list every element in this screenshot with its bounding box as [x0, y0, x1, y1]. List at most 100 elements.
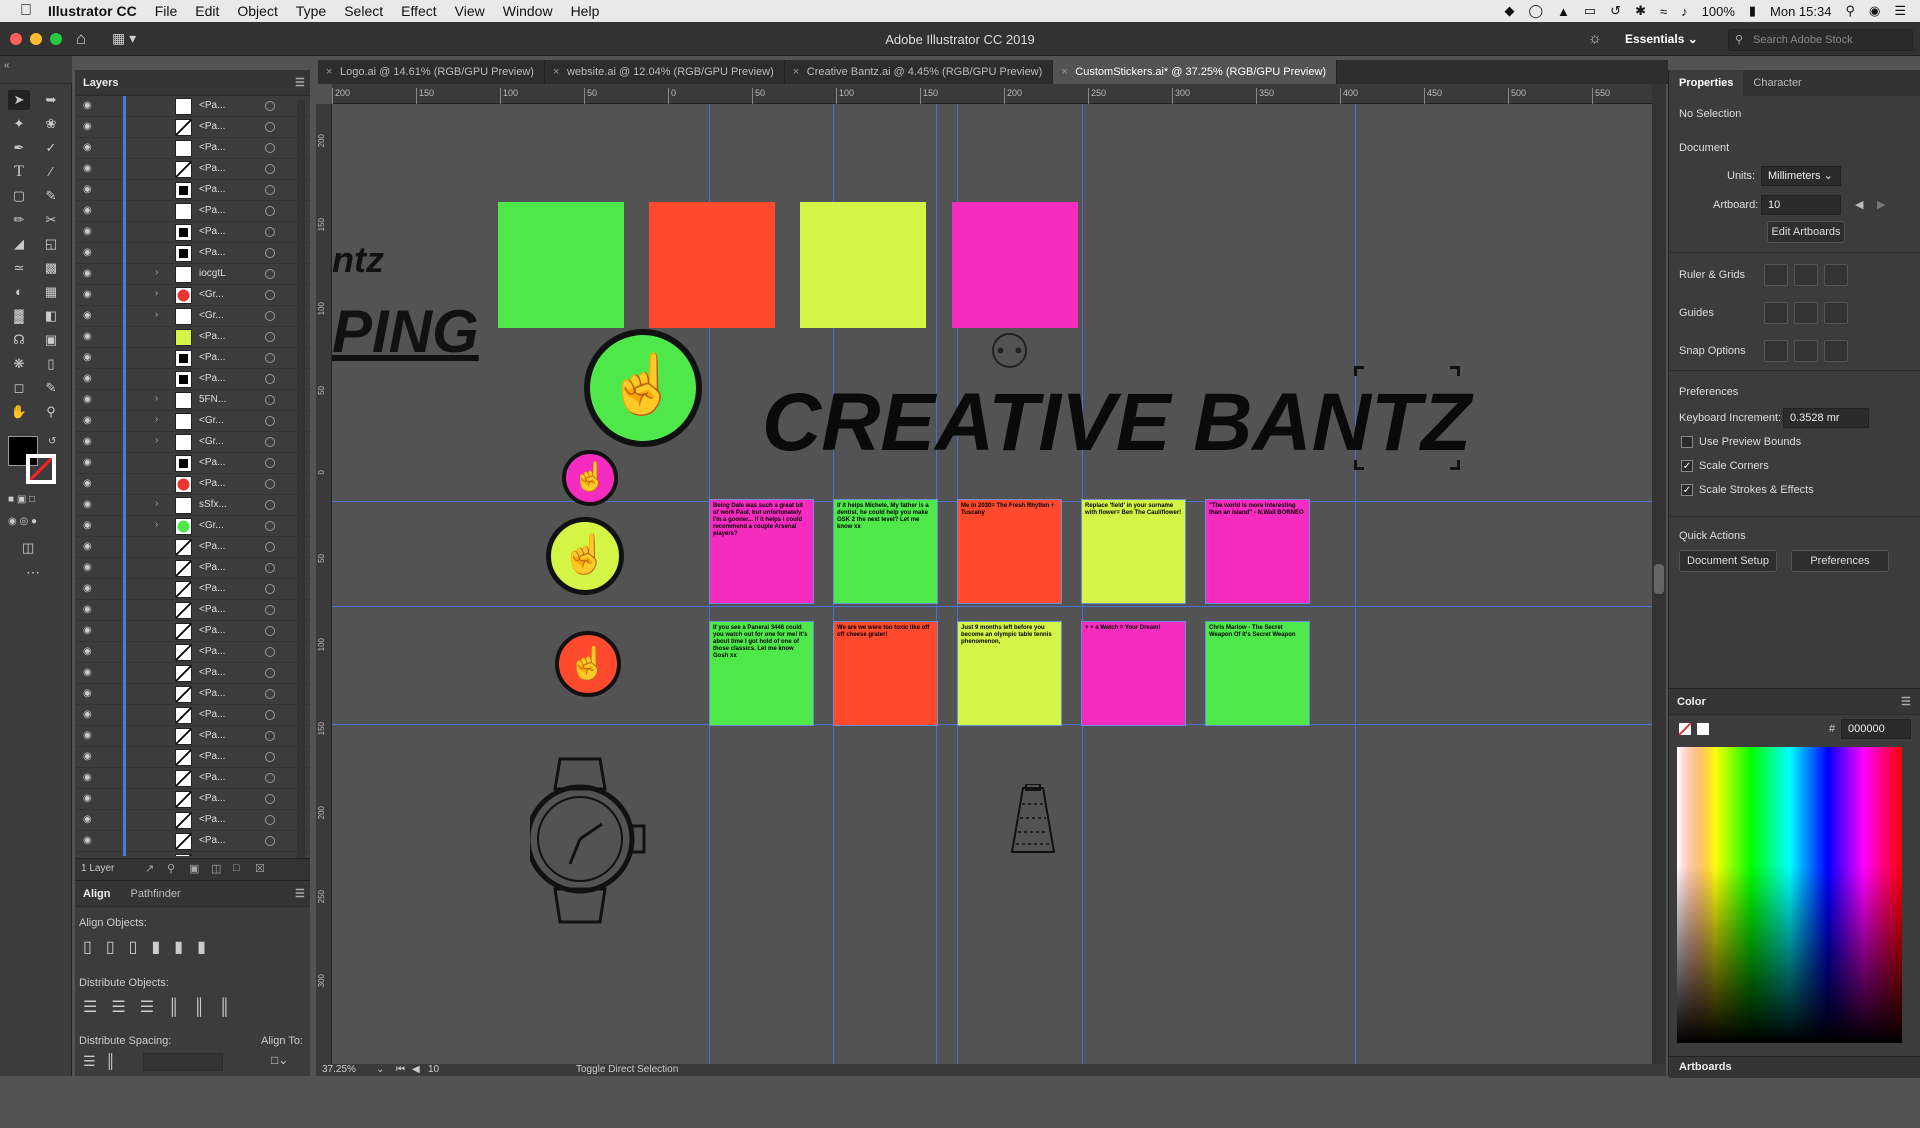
- close-window-button[interactable]: [10, 33, 22, 45]
- target-circle-icon[interactable]: [265, 332, 275, 342]
- layer-row[interactable]: ◉ <Pa...: [75, 369, 310, 390]
- home-icon[interactable]: ⌂: [76, 29, 86, 49]
- close-icon[interactable]: ×: [553, 60, 559, 84]
- siri-icon[interactable]: ◉: [1869, 3, 1880, 19]
- lasso-tool-icon[interactable]: ❀: [40, 114, 62, 134]
- blend-tool-icon[interactable]: ▣: [40, 330, 62, 350]
- locate-object-icon[interactable]: ⚲: [167, 862, 175, 875]
- gradient-tool-icon[interactable]: ◧: [40, 306, 62, 326]
- units-dropdown[interactable]: Millimeters ⌄: [1761, 166, 1841, 186]
- menu-view[interactable]: View: [455, 3, 485, 19]
- zoom-dropdown-icon[interactable]: ⌄: [376, 1064, 384, 1075]
- layer-row[interactable]: ◉ <Pa...: [75, 243, 310, 264]
- visibility-eye-icon[interactable]: ◉: [83, 121, 97, 133]
- column-graph-tool-icon[interactable]: ▯: [40, 354, 62, 374]
- eyedropper-tool-icon[interactable]: ☊: [8, 330, 30, 350]
- stroke-swatch[interactable]: [26, 454, 56, 484]
- target-circle-icon[interactable]: [265, 605, 275, 615]
- partial-heading-top[interactable]: ntz: [332, 239, 384, 281]
- close-icon[interactable]: ×: [1061, 60, 1067, 84]
- logo-badge-red[interactable]: ☝: [555, 631, 621, 697]
- lightbulb-icon[interactable]: ☼: [1588, 30, 1602, 47]
- layer-row[interactable]: ◉ <Pa...: [75, 810, 310, 831]
- volume-icon[interactable]: ♪: [1681, 4, 1688, 19]
- target-circle-icon[interactable]: [265, 563, 275, 573]
- export-icon[interactable]: ↗: [145, 862, 154, 875]
- selection-tool-icon[interactable]: ➤: [8, 90, 30, 110]
- spotlight-icon[interactable]: ⚲: [1845, 3, 1855, 19]
- layer-row[interactable]: ◉ <Pa...: [75, 453, 310, 474]
- tab-logo[interactable]: × Logo.ai @ 14.61% (RGB/GPU Preview): [318, 60, 545, 84]
- dropbox-icon[interactable]: ◆: [1504, 3, 1514, 19]
- target-circle-icon[interactable]: [265, 836, 275, 846]
- tab-character[interactable]: Character: [1743, 70, 1811, 96]
- panel-menu-icon[interactable]: ☰: [295, 887, 305, 900]
- target-circle-icon[interactable]: [265, 248, 275, 258]
- layer-row[interactable]: ◉ <Pa...: [75, 222, 310, 243]
- expand-chevron-icon[interactable]: ›: [155, 498, 158, 509]
- visibility-eye-icon[interactable]: ◉: [83, 457, 97, 469]
- target-circle-icon[interactable]: [265, 668, 275, 678]
- target-circle-icon[interactable]: [265, 815, 275, 825]
- expand-chevron-icon[interactable]: ›: [155, 414, 158, 425]
- screen-mode-icon[interactable]: ◫: [22, 540, 34, 556]
- target-circle-icon[interactable]: [265, 311, 275, 321]
- sticker-card[interactable]: If you see a Panerai 3446 could you watc…: [709, 621, 814, 726]
- layer-row[interactable]: ◉ <Pa...: [75, 348, 310, 369]
- target-circle-icon[interactable]: [265, 479, 275, 489]
- expand-chevron-icon[interactable]: ›: [155, 519, 158, 530]
- target-circle-icon[interactable]: [265, 437, 275, 447]
- guide-vertical[interactable]: [1355, 104, 1356, 1064]
- none-swatch[interactable]: [1679, 723, 1691, 735]
- target-circle-icon[interactable]: [265, 584, 275, 594]
- align-bottom-icon[interactable]: ▮: [197, 939, 220, 956]
- visibility-eye-icon[interactable]: ◉: [83, 646, 97, 658]
- menu-edit[interactable]: Edit: [195, 3, 219, 19]
- layer-row[interactable]: ◉ <Pa...: [75, 327, 310, 348]
- visibility-eye-icon[interactable]: ◉: [83, 163, 97, 175]
- horizontal-spacing-icon[interactable]: ║: [106, 1053, 126, 1069]
- visibility-eye-icon[interactable]: ◉: [83, 100, 97, 112]
- visibility-eye-icon[interactable]: ◉: [83, 709, 97, 721]
- layer-row[interactable]: ◉ <Pa...: [75, 621, 310, 642]
- swap-fill-stroke-icon[interactable]: ↺: [48, 436, 56, 447]
- layer-row[interactable]: ◉ › <Gr...: [75, 285, 310, 306]
- color-swatch-red[interactable]: [649, 202, 775, 328]
- layout-switcher-icon[interactable]: ▦ ▾: [112, 30, 136, 47]
- target-circle-icon[interactable]: [265, 143, 275, 153]
- layer-row[interactable]: ◉ <Pa...: [75, 768, 310, 789]
- target-circle-icon[interactable]: [265, 731, 275, 741]
- edit-artboards-button[interactable]: Edit Artboards: [1767, 221, 1845, 243]
- minimize-window-button[interactable]: [30, 33, 42, 45]
- hex-input[interactable]: 000000: [1841, 719, 1911, 739]
- shaper-tool-icon[interactable]: ✏: [8, 210, 30, 230]
- color-mode-buttons[interactable]: ■ ▣ □: [8, 494, 35, 505]
- next-artboard-icon[interactable]: ▶: [1877, 198, 1885, 211]
- target-circle-icon[interactable]: [265, 710, 275, 720]
- target-circle-icon[interactable]: [265, 773, 275, 783]
- color-spectrum[interactable]: [1677, 747, 1902, 1043]
- distribute-left-icon[interactable]: ║: [168, 999, 193, 1016]
- visibility-eye-icon[interactable]: ◉: [83, 142, 97, 154]
- tab-custom-stickers[interactable]: × CustomStickers.ai* @ 37.25% (RGB/GPU Pr…: [1053, 60, 1338, 84]
- align-vcenter-icon[interactable]: ▮: [174, 939, 197, 956]
- visibility-eye-icon[interactable]: ◉: [83, 373, 97, 385]
- shape-builder-tool-icon[interactable]: ◐: [8, 282, 30, 302]
- target-circle-icon[interactable]: [265, 353, 275, 363]
- layer-row[interactable]: ◉ › <Gr...: [75, 516, 310, 537]
- visibility-eye-icon[interactable]: ◉: [83, 583, 97, 595]
- align-left-icon[interactable]: ▯: [83, 939, 106, 956]
- free-transform-tool-icon[interactable]: ▩: [40, 258, 62, 278]
- layer-row[interactable]: ◉ <Pa...: [75, 138, 310, 159]
- prev-artboard-icon[interactable]: ◀: [1855, 198, 1863, 211]
- scale-tool-icon[interactable]: ◱: [40, 234, 62, 254]
- layer-row[interactable]: ◉ <Pa...: [75, 747, 310, 768]
- clock[interactable]: Mon 15:34: [1770, 4, 1831, 19]
- visibility-eye-icon[interactable]: ◉: [83, 604, 97, 616]
- artboards-panel-header[interactable]: Artboards: [1669, 1056, 1920, 1078]
- close-icon[interactable]: ×: [793, 60, 799, 84]
- sticker-card[interactable]: Replace 'field' in your surname with flo…: [1081, 499, 1186, 604]
- tab-website[interactable]: × website.ai @ 12.04% (RGB/GPU Preview): [545, 60, 785, 84]
- layer-row[interactable]: ◉ <Pa...: [75, 96, 310, 117]
- layer-row[interactable]: ◉ › 5FN...: [75, 390, 310, 411]
